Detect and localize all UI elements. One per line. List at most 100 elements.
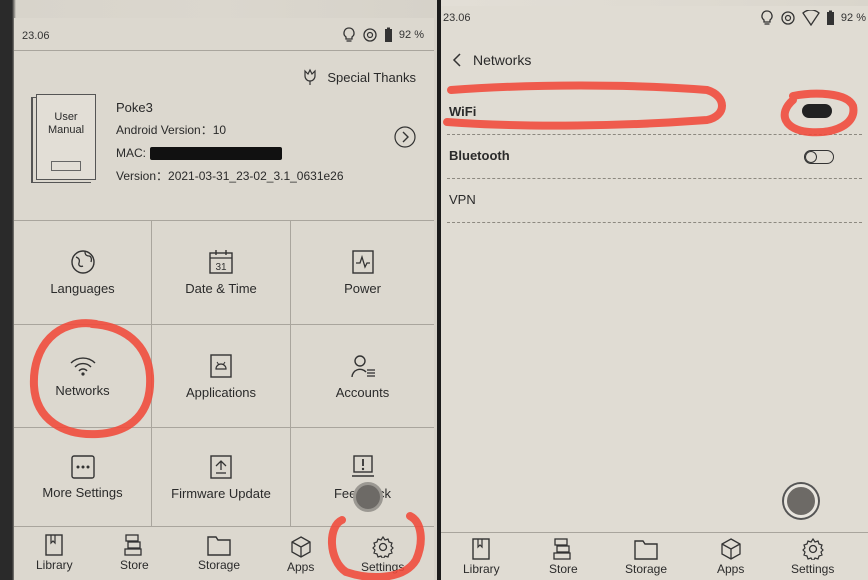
upload-icon xyxy=(210,454,232,479)
nav-library[interactable]: Library xyxy=(463,538,500,576)
page-title: Networks xyxy=(473,52,532,68)
tulip-icon xyxy=(304,68,316,85)
nav-apps[interactable]: Apps xyxy=(717,538,744,576)
floating-assist-button[interactable] xyxy=(353,482,383,512)
special-thanks-label: Special Thanks xyxy=(327,69,416,85)
nav-label: Storage xyxy=(625,562,668,576)
chevron-right-icon[interactable] xyxy=(394,126,416,148)
folder-icon xyxy=(207,536,231,556)
nav-label: Store xyxy=(120,558,149,572)
battery-icon xyxy=(826,10,834,25)
battery-percent: 92 % xyxy=(398,29,424,41)
gear-icon xyxy=(801,538,824,560)
back-arrow-icon[interactable] xyxy=(451,52,463,68)
nav-storage[interactable]: Storage xyxy=(198,534,240,572)
nav-store[interactable]: Store xyxy=(549,538,578,576)
nav-settings[interactable]: Settings xyxy=(791,538,834,576)
settings-screen: 23.06 92 % Special Thanks User Manual Po… xyxy=(14,18,434,580)
row-divider xyxy=(447,222,862,223)
mac-redaction xyxy=(150,147,282,160)
device-name: Poke3 xyxy=(116,100,153,115)
network-row-bluetooth[interactable]: Bluetooth xyxy=(441,134,868,178)
battery-percent: 92 % xyxy=(840,12,866,24)
tile-applications[interactable]: Applications xyxy=(152,325,290,427)
store-icon xyxy=(553,538,571,560)
power-chart-icon xyxy=(351,250,374,274)
tile-label: Languages xyxy=(50,281,115,296)
user-manual-book[interactable]: User Manual xyxy=(36,94,96,180)
tile-label: Networks xyxy=(55,382,110,398)
bottom-nav: Library Store Storage Apps Settings xyxy=(441,534,868,580)
device-info: Poke3 Android Version：10 MAC: Version：20… xyxy=(116,96,344,188)
folder-icon xyxy=(634,540,658,560)
nav-storage[interactable]: Storage xyxy=(625,538,667,576)
nav-apps[interactable]: Apps xyxy=(287,536,314,574)
row-label: VPN xyxy=(449,192,476,207)
library-icon xyxy=(472,538,491,560)
nav-label: Apps xyxy=(287,560,315,574)
networks-screenshot: 23.06 92 % Networks WiFi Bluetooth VPN L… xyxy=(441,0,868,580)
row-label: Bluetooth xyxy=(449,148,510,163)
firmware-version: Version：2021-03-31_23-02_3.1_0631e26 xyxy=(116,169,344,183)
status-time: 23.06 xyxy=(443,12,471,24)
manual-label: User Manual xyxy=(47,111,85,136)
wifi-signal-icon xyxy=(802,10,820,26)
tile-networks[interactable]: Networks xyxy=(14,325,151,427)
mac-label: MAC: xyxy=(116,146,146,160)
bluetooth-toggle[interactable] xyxy=(804,150,834,164)
sync-icon xyxy=(781,11,795,25)
nav-store[interactable]: Store xyxy=(120,534,149,572)
row-label: WiFi xyxy=(449,104,477,119)
nav-label: Settings xyxy=(791,562,835,576)
network-row-vpn[interactable]: VPN xyxy=(441,178,868,222)
settings-screenshot: 23.06 92 % Special Thanks User Manual Po… xyxy=(0,0,437,580)
mac-row: MAC: xyxy=(116,142,344,165)
tile-accounts[interactable]: Accounts xyxy=(291,325,434,427)
tile-date-time[interactable]: 31 Date & Time xyxy=(152,221,290,324)
battery-icon xyxy=(384,27,392,42)
account-icon xyxy=(350,354,375,377)
sync-icon xyxy=(363,28,377,42)
status-icons: 92 % xyxy=(342,27,424,43)
networks-header[interactable]: Networks xyxy=(451,52,531,68)
nav-label: Apps xyxy=(717,562,745,576)
status-time: 23.06 xyxy=(22,30,50,42)
wifi-icon xyxy=(70,356,95,376)
tile-label: Firmware Update xyxy=(171,485,271,501)
tile-label: Date & Time xyxy=(185,281,257,296)
tile-firmware-update[interactable]: Firmware Update xyxy=(152,428,290,526)
gear-icon xyxy=(371,536,394,558)
library-icon xyxy=(45,534,64,556)
store-icon xyxy=(124,534,142,556)
nav-label: Settings xyxy=(361,560,405,574)
cube-icon xyxy=(291,536,311,558)
special-thanks-link[interactable]: Special Thanks xyxy=(301,68,416,86)
android-version: Android Version：10 xyxy=(116,123,227,137)
nav-label: Library xyxy=(463,562,500,576)
nav-divider xyxy=(441,532,868,533)
nav-library[interactable]: Library xyxy=(36,534,73,572)
globe-icon xyxy=(70,250,95,274)
nav-label: Library xyxy=(36,558,73,572)
wifi-toggle[interactable] xyxy=(802,104,832,118)
feedback-icon xyxy=(351,454,374,477)
bottom-nav: Library Store Storage Apps Settings xyxy=(14,526,434,580)
status-divider xyxy=(14,50,434,51)
tile-label: Power xyxy=(344,281,381,296)
tile-label: Accounts xyxy=(335,384,390,400)
network-row-wifi[interactable]: WiFi xyxy=(441,88,868,132)
floating-assist-button[interactable] xyxy=(784,484,818,518)
lightbulb-icon xyxy=(343,27,355,42)
tile-languages[interactable]: Languages xyxy=(14,221,151,324)
nav-label: Storage xyxy=(198,558,241,572)
tile-label: More Settings xyxy=(42,484,123,500)
nav-settings[interactable]: Settings xyxy=(361,536,404,574)
calendar-icon: 31 xyxy=(209,250,233,274)
more-icon xyxy=(70,454,95,479)
tile-power[interactable]: Power xyxy=(291,221,434,324)
tile-more-settings[interactable]: More Settings xyxy=(14,428,151,526)
calendar-day: 31 xyxy=(215,262,227,273)
networks-screen: 23.06 92 % Networks WiFi Bluetooth VPN L… xyxy=(441,6,868,580)
tile-label: Applications xyxy=(185,384,257,400)
android-icon xyxy=(210,353,232,378)
